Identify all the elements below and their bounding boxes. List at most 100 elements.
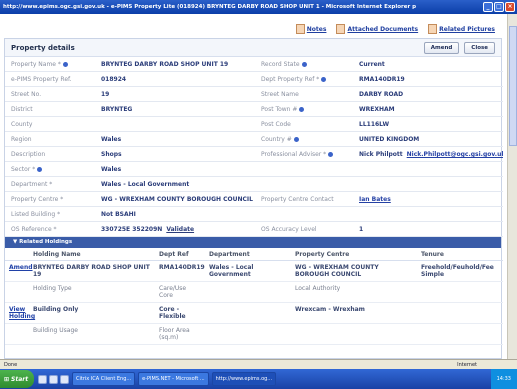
info-icon[interactable] <box>37 167 43 172</box>
field-value: DARBY ROAD <box>353 87 503 102</box>
taskbar-item[interactable]: http://www.epims.og... <box>211 372 277 386</box>
window-titlebar: http://www.epims.ogc.gsi.gov.uk - e-PIMS… <box>0 0 517 14</box>
taskbar-item[interactable]: Citrix ICA Client Eng... <box>72 372 136 386</box>
quick-launch <box>38 374 69 384</box>
column-header: Holding Name <box>29 248 155 261</box>
field-value: Nick Philpott Nick.Philpott@ogc.gsi.gov.u… <box>353 147 503 162</box>
field-label: Country # <box>255 132 353 147</box>
status-bar: Done Internet <box>0 359 517 369</box>
table-cell: Care/Use Core <box>155 282 205 303</box>
field-value: UNITED KINGDOM <box>353 132 503 147</box>
attached-documents-label: Attached Documents <box>347 25 419 33</box>
maximize-icon[interactable]: □ <box>494 2 504 12</box>
column-header <box>5 248 29 261</box>
column-header: Department <box>205 248 291 261</box>
taskbar-item[interactable]: e-PIMS.NET - Microsoft ... <box>138 372 209 386</box>
table-cell <box>205 303 291 324</box>
email-link[interactable]: Nick.Philpott@ogc.gsi.gov.uk <box>407 151 503 158</box>
table-cell <box>205 324 291 345</box>
info-icon[interactable] <box>321 77 327 82</box>
field-value: Not BSAHI <box>95 207 255 222</box>
table-cell <box>205 282 291 303</box>
related-pictures-link[interactable]: Related Pictures <box>428 24 495 34</box>
mail-icon[interactable] <box>60 374 69 384</box>
table-cell <box>417 324 503 345</box>
table-cell: Building Only <box>29 303 155 324</box>
taskbar: ⊞ Start Citrix ICA Client Eng... e-PIMS.N… <box>0 369 517 389</box>
attached-documents-link[interactable]: Attached Documents <box>336 24 418 34</box>
field-value[interactable]: Ian Bates <box>353 192 503 207</box>
related-holdings-table: Holding Name Dept Ref Department Property C… <box>5 248 503 345</box>
field-label: Sector * <box>5 162 95 177</box>
top-links: Notes Attached Documents Related Picture… <box>295 24 495 34</box>
minimize-icon[interactable]: _ <box>483 2 493 12</box>
field-label: Property Name * <box>5 57 95 72</box>
system-tray: 14:33 <box>490 369 517 389</box>
table-cell <box>5 324 29 345</box>
field-label: Post Town # <box>255 102 353 117</box>
field-label: Region <box>5 132 95 147</box>
table-cell: Core - Flexible <box>155 303 205 324</box>
info-icon[interactable] <box>62 62 68 67</box>
field-value: 1 <box>353 222 503 237</box>
field-label: Street Name <box>255 87 353 102</box>
field-value: WG - WREXHAM COUNTY BOROUGH COUNCIL <box>95 192 255 207</box>
field-value: Wales <box>95 162 255 177</box>
notes-label: Notes <box>306 25 327 33</box>
field-value <box>95 117 255 132</box>
field-label: Description <box>5 147 95 162</box>
table-cell <box>417 303 503 324</box>
close-button[interactable]: Close <box>464 42 495 54</box>
field-value: RMA140DR19 <box>353 72 503 87</box>
close-window-icon[interactable]: × <box>505 2 515 12</box>
field-label: OS Reference * <box>5 222 95 237</box>
scrollbar-thumb[interactable] <box>509 26 517 146</box>
table-cell: Freehold/Feuhold/Fee Simple <box>417 261 503 282</box>
table-cell: RMA140DR19 <box>155 261 205 282</box>
field-value: BRYNTEG <box>95 102 255 117</box>
info-icon[interactable] <box>328 152 334 157</box>
field-label: County <box>5 117 95 132</box>
details-grid: Property Name * BRYNTEG DARBY ROAD SHOP U… <box>5 57 503 237</box>
amend-button[interactable]: Amend <box>423 42 460 54</box>
notes-link[interactable]: Notes <box>295 24 327 34</box>
column-header: Property Centre <box>291 248 417 261</box>
field-label: Property Centre Contact <box>255 192 353 207</box>
start-button[interactable]: ⊞ Start <box>0 370 34 388</box>
page-title: Property details <box>11 43 75 52</box>
table-cell: Floor Area (sq.m) <box>155 324 205 345</box>
table-cell: Building Usage <box>29 324 155 345</box>
field-label: District <box>5 102 95 117</box>
document-icon <box>336 24 346 34</box>
field-label: Department * <box>5 177 95 192</box>
field-label: Post Code <box>255 117 353 132</box>
field-label: Professional Adviser * <box>255 147 353 162</box>
field-value: BRYNTEG DARBY ROAD SHOP UNIT 19 <box>95 57 255 72</box>
document-icon <box>295 24 305 34</box>
field-value: WREXHAM <box>353 102 503 117</box>
field-value: Current <box>353 57 503 72</box>
window-title: http://www.epims.ogc.gsi.gov.uk - e-PIMS… <box>3 4 417 10</box>
table-cell: WG - WREXHAM COUNTY BOROUGH COUNCIL <box>291 261 417 282</box>
row-action-link[interactable]: Amend <box>5 261 33 282</box>
desktop-icon[interactable] <box>38 374 47 384</box>
info-icon[interactable] <box>301 62 307 67</box>
field-label: Street No. <box>5 87 95 102</box>
table-cell <box>291 324 417 345</box>
field-value: Wales - Local Government <box>95 177 255 192</box>
related-holdings-header[interactable]: ▼ Related Holdings <box>5 237 501 248</box>
table-cell: Local Authority <box>291 282 417 303</box>
field-label: Property Centre * <box>5 192 95 207</box>
row-action-link[interactable]: View Holding <box>5 303 35 324</box>
field-label: Record State <box>255 57 353 72</box>
browser-icon[interactable] <box>49 374 58 384</box>
table-cell: Wales - Local Government <box>205 261 291 282</box>
validate-link[interactable]: Validate <box>166 226 194 233</box>
clock: 14:33 <box>496 376 511 382</box>
info-icon[interactable] <box>299 107 305 112</box>
info-icon[interactable] <box>293 137 299 142</box>
vertical-scrollbar[interactable] <box>507 14 517 359</box>
field-label <box>255 177 353 192</box>
field-value: Wales <box>95 132 255 147</box>
field-value: 19 <box>95 87 255 102</box>
